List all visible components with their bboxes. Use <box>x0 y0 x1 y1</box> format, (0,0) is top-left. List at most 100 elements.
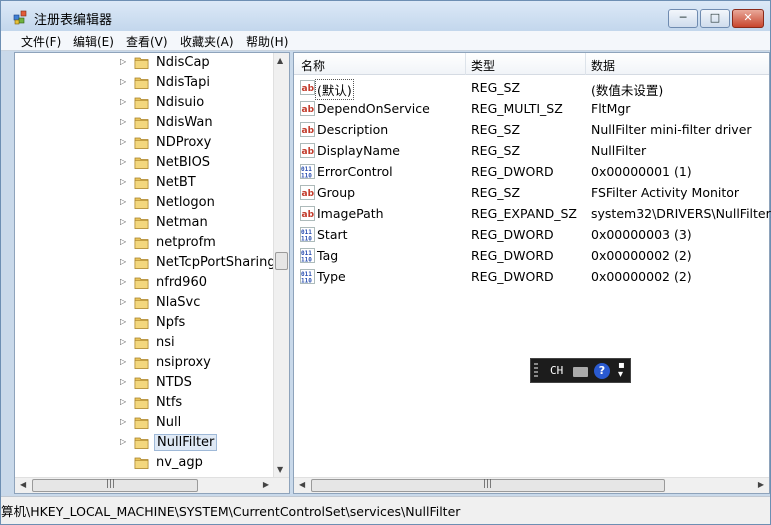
title-bar[interactable]: 注册表编辑器 ─ □ ✕ <box>1 1 770 32</box>
close-button[interactable]: ✕ <box>732 9 764 28</box>
tree-item[interactable]: ▷ NetTcpPortSharing <box>15 253 273 273</box>
folder-icon <box>134 457 149 469</box>
tree-item[interactable]: ▷ NdisWan <box>15 113 273 133</box>
tree-item[interactable]: ▷ NdisCap <box>15 53 273 73</box>
tree-item[interactable]: ▷ NlaSvc <box>15 293 273 313</box>
expand-arrow-icon[interactable]: ▷ <box>120 437 126 446</box>
value-type: REG_SZ <box>471 80 521 95</box>
value-name: Type <box>317 269 346 284</box>
expand-arrow-icon[interactable]: ▷ <box>120 377 126 386</box>
menu-file[interactable]: 文件(F) <box>21 33 61 50</box>
tree-item[interactable]: ▷ NDProxy <box>15 133 273 153</box>
expand-arrow-icon[interactable]: ▷ <box>120 257 126 266</box>
expand-arrow-icon[interactable]: ▷ <box>120 117 126 126</box>
list-horizontal-scroll-thumb[interactable]: ||| <box>311 479 665 492</box>
menu-favorites[interactable]: 收藏夹(A) <box>180 33 234 50</box>
key-tree-pane[interactable]: ▷ NdisCap ▷ NdisTapi ▷ Ndisuio ▷ NdisWan ▷ NDProx… <box>14 52 290 494</box>
tree-horizontal-scrollbar[interactable]: ◀ ||| ▶ <box>15 477 289 493</box>
scroll-left-icon[interactable]: ◀ <box>299 480 305 489</box>
tree-item[interactable]: nv_agp <box>15 453 273 473</box>
expand-arrow-icon[interactable]: ▷ <box>120 317 126 326</box>
tree-item[interactable]: ▷ NetBT <box>15 173 273 193</box>
tree-item[interactable]: ▷ NTDS <box>15 373 273 393</box>
values-list-pane[interactable]: 名称 类型 数据 ab (默认) REG_SZ (数值未设置) ab DependOnSe… <box>293 52 771 494</box>
value-row[interactable]: ab DisplayName REG_SZ NullFilter <box>294 140 769 161</box>
scroll-down-icon[interactable]: ▼ <box>277 465 283 474</box>
tree-item[interactable]: ▷ NdisTapi <box>15 73 273 93</box>
tree-item[interactable]: ▷ nsi <box>15 333 273 353</box>
scroll-up-icon[interactable]: ▲ <box>277 56 283 65</box>
expand-arrow-icon[interactable]: ▷ <box>120 137 126 146</box>
expand-arrow-icon[interactable]: ▷ <box>120 237 126 246</box>
minimize-icon: ─ <box>679 11 687 24</box>
menu-edit[interactable]: 编辑(E) <box>73 33 114 50</box>
tree-item[interactable]: ▷ Npfs <box>15 313 273 333</box>
menu-help[interactable]: 帮助(H) <box>246 33 288 50</box>
expand-arrow-icon[interactable]: ▷ <box>120 77 126 86</box>
scroll-right-icon[interactable]: ▶ <box>758 480 764 489</box>
value-name: Start <box>317 227 348 242</box>
column-divider[interactable] <box>465 53 466 75</box>
expand-arrow-icon[interactable]: ▷ <box>120 277 126 286</box>
tree-item[interactable]: ▷ NetBIOS <box>15 153 273 173</box>
ime-language-indicator[interactable]: CH <box>550 364 563 377</box>
value-row[interactable]: 011 110 Tag REG_DWORD 0x00000002 (2) <box>294 245 769 266</box>
scroll-left-icon[interactable]: ◀ <box>20 480 26 489</box>
value-name: (默认) <box>315 79 354 100</box>
column-header-data[interactable]: 数据 <box>591 57 615 74</box>
menu-view[interactable]: 查看(V) <box>126 33 168 50</box>
keyboard-icon[interactable] <box>573 367 588 377</box>
value-data: system32\DRIVERS\NullFilter.s <box>591 206 771 221</box>
tree-item[interactable]: ▷ netprofm <box>15 233 273 253</box>
expand-arrow-icon[interactable]: ▷ <box>120 197 126 206</box>
tree-item-label: nsiproxy <box>156 355 211 370</box>
value-row[interactable]: ab (默认) REG_SZ (数值未设置) <box>294 77 769 100</box>
value-type: REG_DWORD <box>471 269 554 284</box>
tree-item[interactable]: ▷ Null <box>15 413 273 433</box>
value-row[interactable]: ab ImagePath REG_EXPAND_SZ system32\DRIVERS… <box>294 203 771 224</box>
expand-arrow-icon[interactable]: ▷ <box>120 357 126 366</box>
tree-item[interactable]: ▷ NullFilter <box>15 433 273 453</box>
ime-grip-icon[interactable] <box>534 363 538 379</box>
tree-item[interactable]: ▷ nfrd960 <box>15 273 273 293</box>
tree-horizontal-scroll-thumb[interactable]: ||| <box>32 479 198 492</box>
tree-item-label: NdisTapi <box>156 75 210 90</box>
expand-arrow-icon[interactable]: ▷ <box>120 297 126 306</box>
expand-arrow-icon[interactable]: ▷ <box>120 417 126 426</box>
ime-language-bar[interactable]: CH ? ▪ ▾ <box>530 358 631 383</box>
tree-vertical-scroll-thumb[interactable] <box>275 252 288 270</box>
value-row[interactable]: 011 110 Start REG_DWORD 0x00000003 (3) <box>294 224 769 245</box>
value-row[interactable]: 011 110 ErrorControl REG_DWORD 0x00000001 (1… <box>294 161 769 182</box>
maximize-button[interactable]: □ <box>700 9 730 28</box>
value-type: REG_DWORD <box>471 248 554 263</box>
tree-vertical-scrollbar[interactable]: ▲ ▼ <box>273 53 289 477</box>
value-row[interactable]: ab DependOnService REG_MULTI_SZ FltMgr <box>294 98 769 119</box>
expand-arrow-icon[interactable]: ▷ <box>120 57 126 66</box>
value-row[interactable]: ab Description REG_SZ NullFilter mini-filte… <box>294 119 769 140</box>
expand-arrow-icon[interactable]: ▷ <box>120 337 126 346</box>
value-row[interactable]: ab Group REG_SZ FSFilter Activity Monitor <box>294 182 769 203</box>
tree-item[interactable]: ▷ nsiproxy <box>15 353 273 373</box>
string-value-icon: ab <box>300 101 315 116</box>
column-divider[interactable] <box>585 53 586 75</box>
tree-item[interactable]: ▷ Netman <box>15 213 273 233</box>
string-value-icon: ab <box>300 80 315 95</box>
help-icon[interactable]: ? <box>594 363 610 379</box>
column-header-name[interactable]: 名称 <box>301 57 325 74</box>
options-icon[interactable]: ▪ ▾ <box>618 361 625 380</box>
expand-arrow-icon[interactable]: ▷ <box>120 217 126 226</box>
tree-item[interactable]: ▷ Ndisuio <box>15 93 273 113</box>
minimize-button[interactable]: ─ <box>668 9 698 28</box>
tree-item-label: nv_agp <box>156 455 203 470</box>
expand-arrow-icon[interactable]: ▷ <box>120 97 126 106</box>
tree-item[interactable]: ▷ Ntfs <box>15 393 273 413</box>
expand-arrow-icon[interactable]: ▷ <box>120 157 126 166</box>
folder-icon <box>134 97 149 109</box>
list-horizontal-scrollbar[interactable]: ◀ ||| ▶ <box>294 477 769 493</box>
column-header-type[interactable]: 类型 <box>471 57 495 74</box>
scroll-right-icon[interactable]: ▶ <box>263 480 269 489</box>
value-row[interactable]: 011 110 Type REG_DWORD 0x00000002 (2) <box>294 266 769 287</box>
tree-item[interactable]: ▷ Netlogon <box>15 193 273 213</box>
expand-arrow-icon[interactable]: ▷ <box>120 177 126 186</box>
expand-arrow-icon[interactable]: ▷ <box>120 397 126 406</box>
